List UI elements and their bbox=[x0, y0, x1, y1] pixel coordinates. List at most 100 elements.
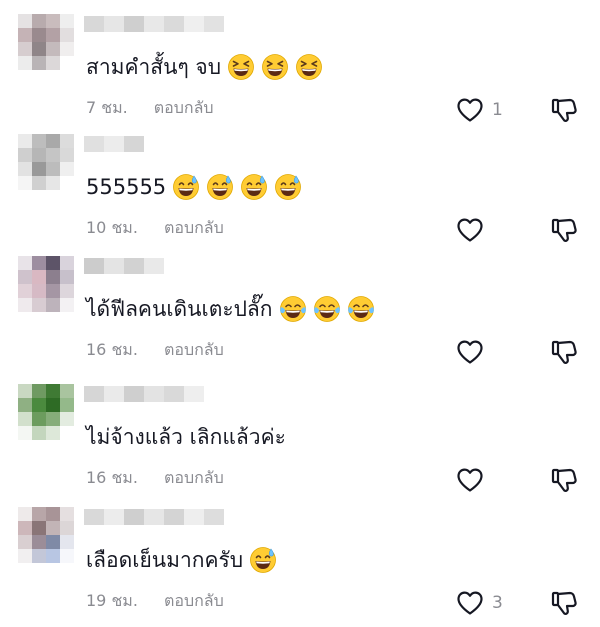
username-pixel bbox=[104, 509, 124, 525]
dislike-button[interactable] bbox=[550, 96, 578, 124]
username-pixel bbox=[164, 16, 184, 32]
heart-icon bbox=[457, 340, 483, 364]
avatar[interactable] bbox=[18, 256, 74, 312]
avatar-pixel bbox=[60, 284, 74, 298]
comment-text: ไม่จ้างแล้ว เลิกแล้วค่ะ bbox=[86, 425, 286, 449]
avatar-pixel bbox=[18, 28, 32, 42]
avatar-pixel bbox=[60, 14, 74, 28]
avatar-pixel bbox=[46, 28, 60, 42]
avatar-pixel bbox=[18, 384, 32, 398]
username-pixel bbox=[104, 136, 124, 152]
avatar-pixel bbox=[18, 426, 32, 440]
avatar[interactable] bbox=[18, 384, 74, 440]
comment-text: ได้ฟีลคนเดินเตะปลั๊ก bbox=[86, 297, 273, 321]
thumbs-down-icon bbox=[551, 98, 577, 122]
comment-item: สามคำสั้นๆ จบ 7 ชม. ตอบกลับ 1 bbox=[0, 14, 600, 134]
avatar-pixel bbox=[32, 398, 46, 412]
comment-text-row: 555555 bbox=[86, 172, 302, 202]
avatar-pixel bbox=[18, 535, 32, 549]
comment-meta: 19 ชม. ตอบกลับ bbox=[86, 589, 224, 613]
avatar-pixel bbox=[32, 176, 46, 190]
like-count: 3 bbox=[492, 593, 503, 613]
comment-text-row: สามคำสั้นๆ จบ bbox=[86, 52, 323, 82]
avatar-pixel bbox=[60, 28, 74, 42]
avatar-pixel bbox=[60, 176, 74, 190]
avatar-pixel bbox=[60, 426, 74, 440]
avatar-pixel bbox=[32, 134, 46, 148]
avatar-pixel bbox=[18, 42, 32, 56]
avatar-pixel bbox=[32, 549, 46, 563]
thumbs-down-icon bbox=[551, 340, 577, 364]
avatar-pixel bbox=[32, 148, 46, 162]
username-pixel bbox=[124, 16, 144, 32]
dislike-button[interactable] bbox=[550, 466, 578, 494]
comment-meta: 16 ชม. ตอบกลับ bbox=[86, 338, 224, 362]
avatar-pixel bbox=[32, 42, 46, 56]
avatar-pixel bbox=[32, 162, 46, 176]
username-blurred[interactable] bbox=[84, 16, 224, 32]
avatar[interactable] bbox=[18, 507, 74, 563]
dislike-button[interactable] bbox=[550, 338, 578, 366]
heart-icon bbox=[457, 218, 483, 242]
avatar-pixel bbox=[32, 284, 46, 298]
username-pixel bbox=[204, 509, 224, 525]
reply-button[interactable]: ตอบกลับ bbox=[154, 96, 214, 120]
dislike-button[interactable] bbox=[550, 216, 578, 244]
avatar-pixel bbox=[60, 42, 74, 56]
avatar-pixel bbox=[46, 56, 60, 70]
like-button[interactable]: 1 bbox=[456, 96, 503, 124]
avatar-pixel bbox=[46, 176, 60, 190]
username-pixel bbox=[204, 16, 224, 32]
avatar[interactable] bbox=[18, 134, 74, 190]
avatar-pixel bbox=[32, 507, 46, 521]
avatar-pixel bbox=[18, 134, 32, 148]
avatar-pixel bbox=[32, 270, 46, 284]
comment-text: เลือดเย็นมากครับ bbox=[86, 548, 244, 572]
username-pixel bbox=[144, 258, 164, 274]
comment-time: 16 ชม. bbox=[86, 340, 138, 359]
username-blurred[interactable] bbox=[84, 136, 144, 152]
avatar-pixel bbox=[60, 384, 74, 398]
avatar-pixel bbox=[46, 256, 60, 270]
like-button[interactable]: 3 bbox=[456, 589, 503, 617]
avatar-pixel bbox=[60, 134, 74, 148]
username-pixel bbox=[104, 16, 124, 32]
avatar-pixel bbox=[18, 507, 32, 521]
avatar-pixel bbox=[46, 162, 60, 176]
comment-text: 555555 bbox=[86, 175, 167, 199]
reply-button[interactable]: ตอบกลับ bbox=[164, 589, 224, 613]
avatar-pixel bbox=[32, 28, 46, 42]
avatar-pixel bbox=[18, 256, 32, 270]
avatar-pixel bbox=[32, 384, 46, 398]
avatar[interactable] bbox=[18, 14, 74, 70]
avatar-pixel bbox=[60, 507, 74, 521]
reply-button[interactable]: ตอบกลับ bbox=[164, 338, 224, 362]
like-button[interactable] bbox=[456, 338, 492, 366]
heart-icon bbox=[457, 468, 483, 492]
grinning-face-with-sweat-emoji-icon bbox=[240, 173, 268, 201]
username-blurred[interactable] bbox=[84, 386, 204, 402]
reply-button[interactable]: ตอบกลับ bbox=[164, 216, 224, 240]
username-blurred[interactable] bbox=[84, 258, 164, 274]
avatar-pixel bbox=[18, 412, 32, 426]
avatar-pixel bbox=[60, 148, 74, 162]
grinning-face-with-sweat-emoji-icon bbox=[172, 173, 200, 201]
avatar-pixel bbox=[60, 256, 74, 270]
avatar-pixel bbox=[18, 521, 32, 535]
avatar-pixel bbox=[18, 270, 32, 284]
username-pixel bbox=[84, 386, 104, 402]
avatar-pixel bbox=[18, 284, 32, 298]
like-button[interactable] bbox=[456, 466, 492, 494]
comment-meta: 7 ชม. ตอบกลับ bbox=[86, 96, 214, 120]
username-blurred[interactable] bbox=[84, 509, 224, 525]
avatar-pixel bbox=[32, 535, 46, 549]
comment-meta: 10 ชม. ตอบกลับ bbox=[86, 216, 224, 240]
reply-button[interactable]: ตอบกลับ bbox=[164, 466, 224, 490]
dislike-button[interactable] bbox=[550, 589, 578, 617]
grinning-face-with-sweat-emoji-icon bbox=[206, 173, 234, 201]
avatar-pixel bbox=[46, 549, 60, 563]
username-pixel bbox=[124, 136, 144, 152]
like-button[interactable] bbox=[456, 216, 492, 244]
comment-meta: 16 ชม. ตอบกลับ bbox=[86, 466, 224, 490]
avatar-pixel bbox=[46, 42, 60, 56]
